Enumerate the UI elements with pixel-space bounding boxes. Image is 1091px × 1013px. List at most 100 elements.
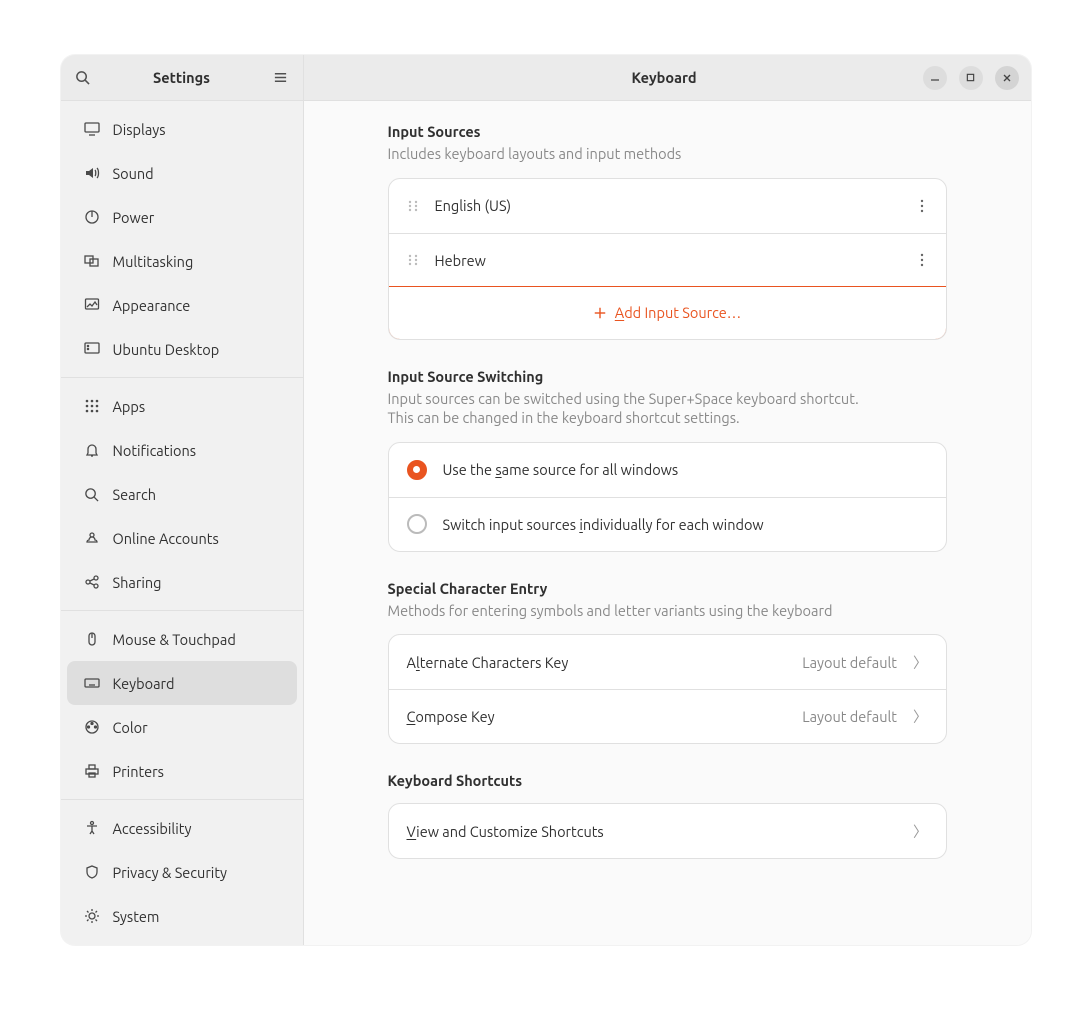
sidebar-item-keyboard[interactable]: Keyboard [67,661,297,705]
sidebar-item-label: Privacy & Security [113,864,228,881]
switching-option-individual-label: Switch input sources individually for ea… [443,516,928,533]
search-icon [83,485,101,503]
accessibility-icon [83,819,101,837]
sidebar-item-online-accounts[interactable]: Online Accounts [67,516,297,560]
sidebar-item-displays[interactable]: Displays [67,107,297,151]
settings-window: Settings Displays Sound Power Multitasking A… [61,55,1031,945]
view-shortcuts-row[interactable]: View and Customize Shortcuts 〉 [389,804,946,858]
switching-group: Use the same source for all windows Swit… [388,442,947,552]
sidebar: Settings Displays Sound Power Multitasking A… [61,55,304,945]
view-shortcuts-label: View and Customize Shortcuts [407,823,898,840]
sidebar-item-system[interactable]: System [67,894,297,938]
ubuntu-desktop-icon [83,340,101,358]
add-input-source-button[interactable]: Add Input Source… [388,286,947,340]
special-entry-row[interactable]: Alternate Characters KeyLayout default〉 [389,635,946,689]
sidebar-item-color[interactable]: Color [67,705,297,749]
special-entry-value: Layout default [802,708,897,725]
sidebar-separator [61,610,303,611]
sidebar-item-multitasking[interactable]: Multitasking [67,239,297,283]
special-entry-label: Compose Key [407,708,787,725]
system-icon [83,907,101,925]
special-entry-label: Alternate Characters Key [407,654,787,671]
keyboard-icon [83,674,101,692]
add-input-source-label: Add Input Source… [615,304,741,321]
sound-icon [83,164,101,182]
section-title-special: Special Character Entry [388,580,947,597]
sidebar-item-label: Notifications [113,442,197,459]
sidebar-item-power[interactable]: Power [67,195,297,239]
special-group: Alternate Characters KeyLayout default〉C… [388,634,947,744]
sidebar-item-label: Search [113,486,157,503]
color-icon [83,718,101,736]
sidebar-item-ubuntu-desktop[interactable]: Ubuntu Desktop [67,327,297,371]
switching-option-same[interactable]: Use the same source for all windows [389,443,946,497]
sidebar-item-mouse-touchpad[interactable]: Mouse & Touchpad [67,617,297,661]
sidebar-item-search[interactable]: Search [67,472,297,516]
sidebar-item-notifications[interactable]: Notifications [67,428,297,472]
drag-handle-icon[interactable] [407,253,419,267]
privacy-security-icon [83,863,101,881]
section-title-input-sources: Input Sources [388,123,947,140]
sidebar-item-label: Mouse & Touchpad [113,631,236,648]
special-entry-value: Layout default [802,654,897,671]
input-source-name: English (US) [435,197,900,214]
sharing-icon [83,573,101,591]
more-icon[interactable] [916,249,928,271]
sidebar-item-label: Sound [113,165,154,182]
sidebar-title: Settings [95,69,269,86]
sidebar-item-label: Power [113,209,155,226]
section-desc-switching: Input sources can be switched using the … [388,389,947,428]
sidebar-header: Settings [61,55,303,101]
sidebar-item-label: Sharing [113,574,162,591]
power-icon [83,208,101,226]
sidebar-item-label: Apps [113,398,146,415]
input-sources-group: English (US) Hebrew Add Input Source… [388,178,947,340]
main-panel: Keyboard Input Sources Includes keyboard… [304,55,1031,945]
sidebar-item-label: Appearance [113,297,191,314]
sidebar-separator [61,799,303,800]
sidebar-item-printers[interactable]: Printers [67,749,297,793]
sidebar-item-sharing[interactable]: Sharing [67,560,297,604]
more-icon[interactable] [916,195,928,217]
sidebar-item-privacy-security[interactable]: Privacy & Security [67,850,297,894]
search-icon[interactable] [71,66,95,90]
minimize-button[interactable] [923,66,947,90]
displays-icon [83,120,101,138]
sidebar-item-label: Ubuntu Desktop [113,341,220,358]
hamburger-icon[interactable] [269,66,293,90]
sidebar-item-apps[interactable]: Apps [67,384,297,428]
sidebar-item-label: Accessibility [113,820,192,837]
maximize-button[interactable] [959,66,983,90]
sidebar-item-label: System [113,908,160,925]
radio-icon [407,514,427,534]
sidebar-item-sound[interactable]: Sound [67,151,297,195]
page-title: Keyboard [406,69,923,86]
switching-option-individual[interactable]: Switch input sources individually for ea… [389,497,946,551]
chevron-right-icon: 〉 [913,821,928,842]
plus-icon [593,306,607,320]
sidebar-item-appearance[interactable]: Appearance [67,283,297,327]
sidebar-item-accessibility[interactable]: Accessibility [67,806,297,850]
section-desc-input-sources: Includes keyboard layouts and input meth… [388,144,947,164]
section-title-switching: Input Source Switching [388,368,947,385]
apps-icon [83,397,101,415]
section-title-shortcuts: Keyboard Shortcuts [388,772,947,789]
radio-icon [407,460,427,480]
sidebar-item-label: Displays [113,121,166,138]
special-entry-row[interactable]: Compose KeyLayout default〉 [389,689,946,743]
mouse-touchpad-icon [83,630,101,648]
switching-option-same-label: Use the same source for all windows [443,461,928,478]
input-source-row[interactable]: Hebrew [389,233,946,287]
sidebar-item-label: Multitasking [113,253,194,270]
drag-handle-icon[interactable] [407,199,419,213]
appearance-icon [83,296,101,314]
close-button[interactable] [995,66,1019,90]
input-source-row[interactable]: English (US) [389,179,946,233]
input-source-name: Hebrew [435,252,900,269]
notifications-icon [83,441,101,459]
sidebar-item-label: Printers [113,763,164,780]
sidebar-item-label: Color [113,719,148,736]
main-header: Keyboard [304,55,1031,101]
sidebar-separator [61,377,303,378]
sidebar-item-label: Online Accounts [113,530,219,547]
